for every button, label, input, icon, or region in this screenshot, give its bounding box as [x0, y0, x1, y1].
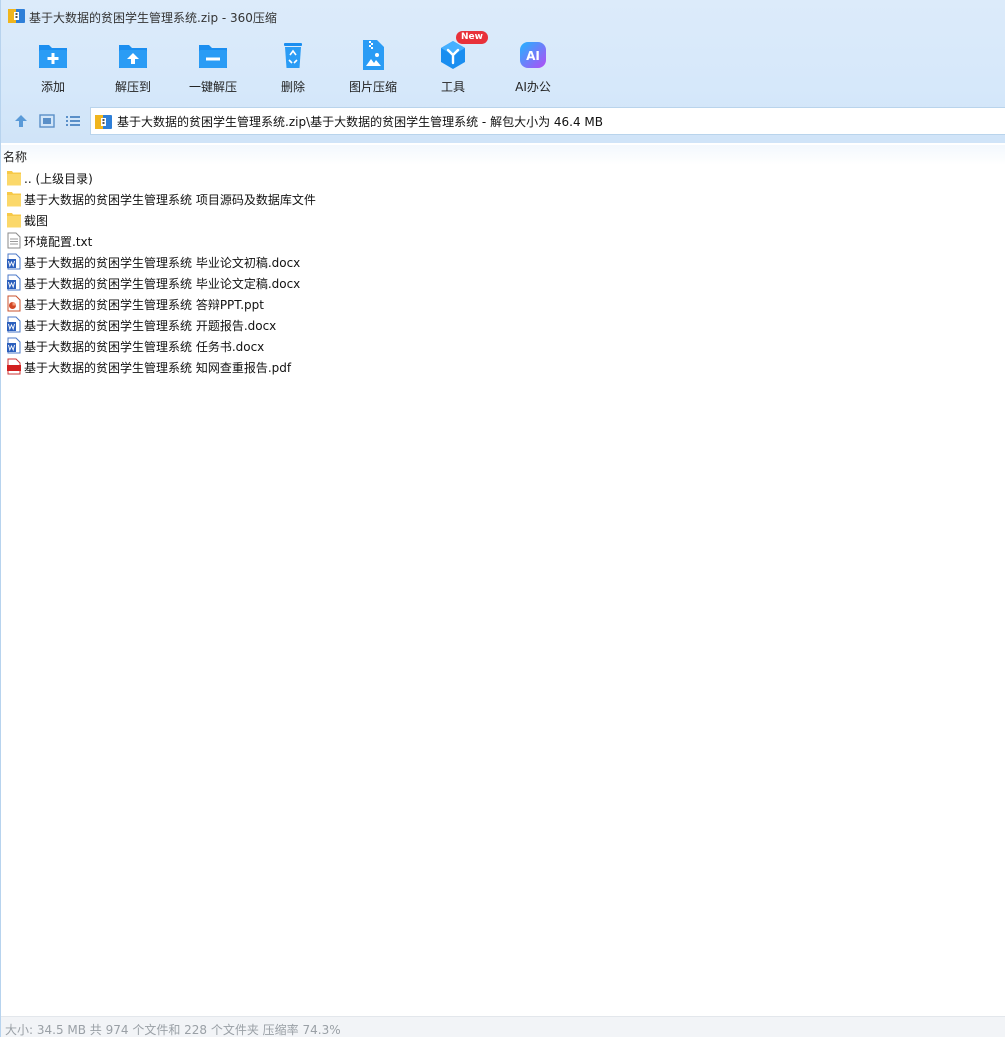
navigation-row: 基于大数据的贫困学生管理系统.zip\基于大数据的贫困学生管理系统 - 解包大小… [1, 106, 1005, 136]
ai-office-icon: AI [520, 42, 546, 68]
title-bar: 基于大数据的贫困学生管理系统.zip - 360压缩 [1, 0, 1005, 32]
list-item-name: 基于大数据的贫困学生管理系统 项目源码及数据库文件 [24, 193, 316, 207]
add-button[interactable]: 添加 [13, 34, 93, 100]
list-item[interactable]: 基于大数据的贫困学生管理系统 毕业论文定稿.docx [1, 272, 1005, 293]
up-arrow-icon[interactable] [12, 113, 30, 129]
extract-to-button[interactable]: 解压到 [93, 34, 173, 100]
window: 基于大数据的贫困学生管理系统.zip - 360压缩 添加 解压到 一键解压 删… [0, 0, 1005, 1037]
word-document-icon [7, 253, 21, 270]
list-item[interactable]: 基于大数据的贫困学生管理系统 知网查重报告.pdf [1, 356, 1005, 377]
list-item-name: 环境配置.txt [24, 235, 93, 249]
ai-office-button[interactable]: AI AI办公 [493, 34, 573, 100]
status-bar: 大小: 34.5 MB 共 974 个文件和 228 个文件夹 压缩率 74.3… [1, 1016, 1005, 1037]
extract-folder-icon [119, 45, 147, 68]
list-item-name: 基于大数据的贫困学生管理系统 答辩PPT.ppt [24, 298, 264, 312]
list-view-icon[interactable] [64, 113, 82, 129]
address-path: 基于大数据的贫困学生管理系统.zip\基于大数据的贫困学生管理系统 - 解包大小… [117, 114, 604, 129]
folder-icon [7, 171, 21, 186]
list-item-name: 基于大数据的贫困学生管理系统 毕业论文定稿.docx [24, 277, 301, 291]
list-item[interactable]: 基于大数据的贫困学生管理系统 开题报告.docx [1, 314, 1005, 335]
list-item-parent-directory[interactable]: .. (上级目录) [1, 167, 1005, 188]
list-item[interactable]: 基于大数据的贫困学生管理系统 项目源码及数据库文件 [1, 188, 1005, 209]
list-item[interactable]: 基于大数据的贫困学生管理系统 毕业论文初稿.docx [1, 251, 1005, 272]
one-click-extract-icon [199, 45, 227, 68]
image-compress-icon [363, 40, 384, 70]
delete-button[interactable]: 删除 [253, 34, 333, 100]
thumbnail-view-icon[interactable] [38, 113, 56, 129]
recycle-bin-icon [284, 43, 302, 68]
file-list: .. (上级目录) 基于大数据的贫困学生管理系统 项目源码及数据库文件 截图 环… [1, 167, 1005, 377]
add-folder-icon [39, 45, 67, 68]
toolbar: 添加 解压到 一键解压 删除 图片压缩 New 工具 AI AI办公 [1, 31, 1005, 100]
column-name-label: 名称 [3, 150, 28, 164]
column-header-name[interactable]: 名称 [1, 145, 1005, 165]
list-item[interactable]: 基于大数据的贫困学生管理系统 答辩PPT.ppt [1, 293, 1005, 314]
word-document-icon [7, 337, 21, 354]
list-item[interactable]: 截图 [1, 209, 1005, 230]
list-item-name: 基于大数据的贫困学生管理系统 毕业论文初稿.docx [24, 256, 301, 270]
status-text: 大小: 34.5 MB 共 974 个文件和 228 个文件夹 压缩率 74.3… [5, 1023, 341, 1037]
archive-icon [8, 9, 25, 23]
ai-icon-text: AI [526, 49, 540, 63]
window-title: 基于大数据的贫困学生管理系统.zip - 360压缩 [29, 11, 277, 25]
image-compress-label: 图片压缩 [348, 80, 397, 94]
tools-button[interactable]: New 工具 [413, 31, 493, 100]
list-item-name: 基于大数据的贫困学生管理系统 开题报告.docx [24, 319, 277, 333]
add-label: 添加 [40, 80, 65, 94]
delete-label: 删除 [280, 80, 305, 94]
new-badge: New [456, 31, 488, 44]
list-item[interactable]: 环境配置.txt [1, 230, 1005, 251]
image-compress-button[interactable]: 图片压缩 [333, 34, 413, 100]
archive-icon [95, 114, 112, 129]
one-click-extract-button[interactable]: 一键解压 [173, 34, 253, 100]
address-bar[interactable]: 基于大数据的贫困学生管理系统.zip\基于大数据的贫困学生管理系统 - 解包大小… [90, 107, 1005, 135]
word-document-icon [7, 274, 21, 291]
text-file-icon [7, 232, 21, 249]
one-click-extract-label: 一键解压 [188, 80, 237, 94]
list-item-name: 基于大数据的贫困学生管理系统 任务书.docx [24, 340, 265, 354]
header-area: 基于大数据的贫困学生管理系统.zip - 360压缩 添加 解压到 一键解压 删… [1, 0, 1005, 143]
word-document-icon [7, 316, 21, 333]
list-item[interactable]: 基于大数据的贫困学生管理系统 任务书.docx [1, 335, 1005, 356]
list-item-name: 基于大数据的贫困学生管理系统 知网查重报告.pdf [24, 361, 292, 375]
ai-office-label: AI办公 [515, 80, 551, 94]
tools-label: 工具 [440, 80, 465, 94]
list-item-name: 截图 [24, 214, 49, 228]
powerpoint-icon [7, 295, 21, 312]
pdf-icon [7, 358, 21, 375]
folder-icon [7, 192, 21, 207]
extract-to-label: 解压到 [114, 80, 151, 94]
list-item-name: .. (上级目录) [24, 172, 93, 186]
folder-icon [7, 213, 21, 228]
